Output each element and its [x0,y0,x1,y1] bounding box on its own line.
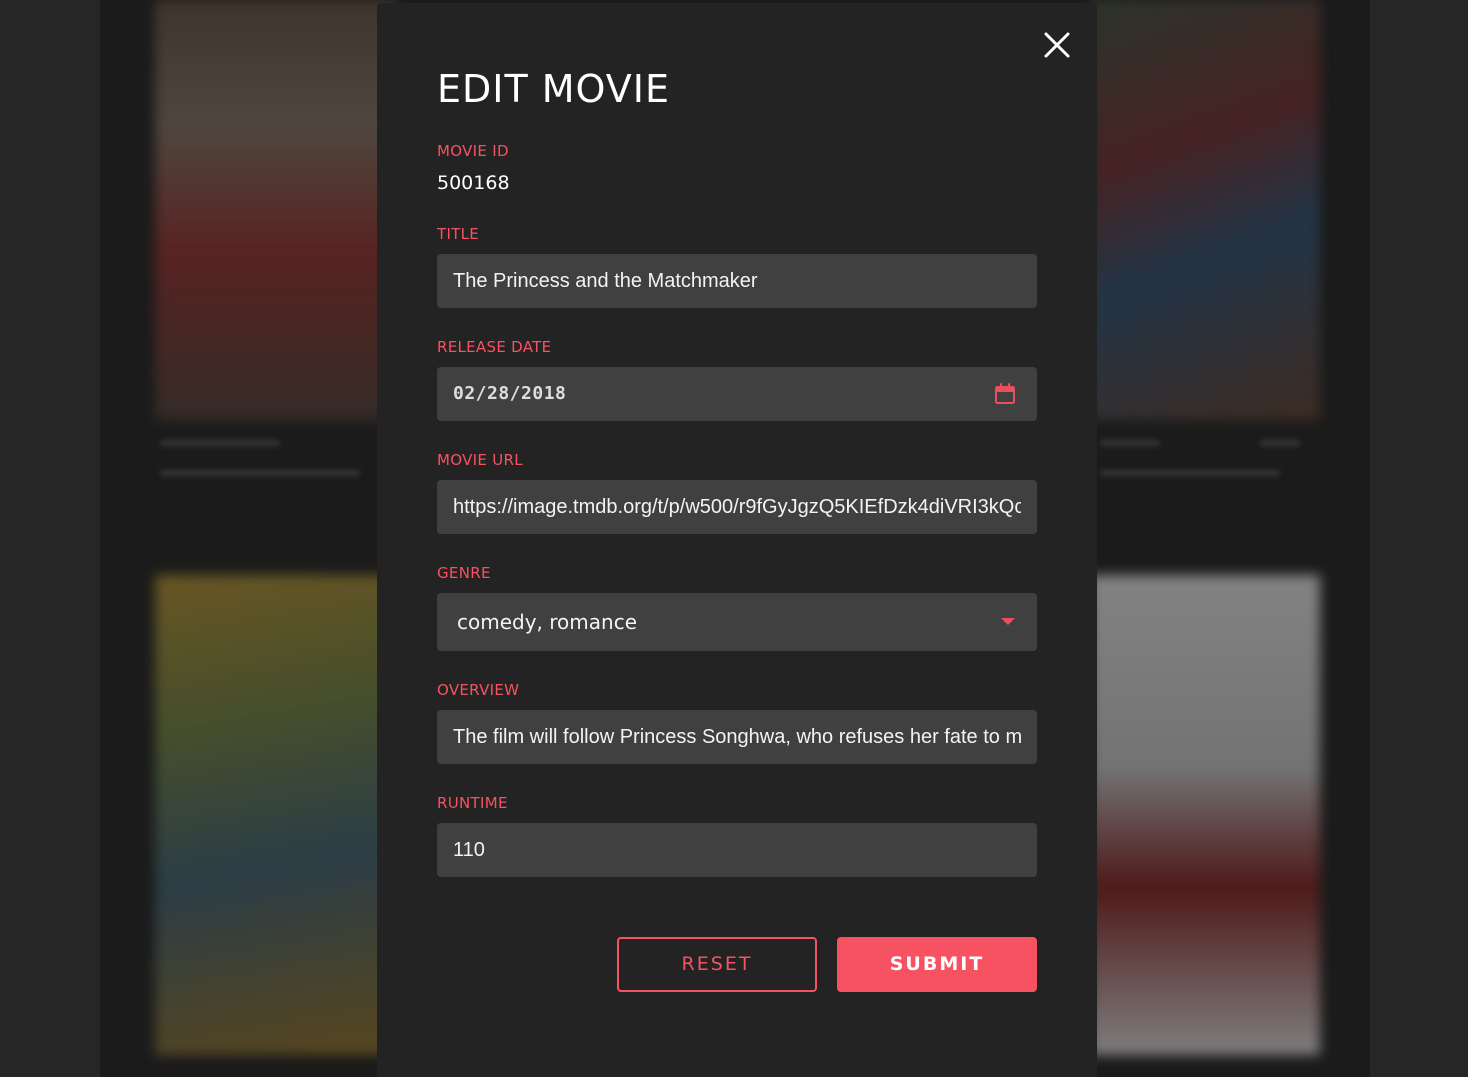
movie-poster [155,0,395,420]
modal-title: EDIT MOVIE [437,67,671,111]
movie-url-input[interactable]: https://image.tmdb.org/t/p/w500/r9fGyJgz… [437,480,1037,534]
genre-label: GENRE [437,564,491,582]
movie-poster [155,575,395,1055]
movie-card-caption [1260,440,1300,446]
movie-poster [1090,0,1320,420]
edit-movie-modal: EDIT MOVIE MOVIE ID 500168 TITLE The Pri… [377,3,1097,1077]
release-date-input[interactable]: 02/28/2018 [437,367,1037,421]
movie-card-caption [160,440,280,446]
overview-label: OVERVIEW [437,681,520,699]
movie-url-value: https://image.tmdb.org/t/p/w500/r9fGyJgz… [453,496,1021,518]
movie-url-label: MOVIE URL [437,451,523,469]
runtime-label: RUNTIME [437,794,508,812]
title-input[interactable]: The Princess and the Matchmaker [437,254,1037,308]
genre-select[interactable]: comedy, romance [437,593,1037,651]
movie-card-caption [160,470,360,476]
movie-card-caption [1100,440,1160,446]
genre-selected-value: comedy, romance [457,610,637,634]
overview-value: The film will follow Princess Songhwa, w… [453,726,1021,748]
submit-button[interactable]: SUBMIT [837,937,1037,992]
movie-id-value: 500168 [437,172,510,194]
title-label: TITLE [437,225,480,243]
movie-card-caption [1100,470,1280,476]
movie-id-label: MOVIE ID [437,142,509,160]
caret-down-icon [1001,618,1015,625]
calendar-icon[interactable] [993,382,1017,406]
overview-input[interactable]: The film will follow Princess Songhwa, w… [437,710,1037,764]
release-date-label: RELEASE DATE [437,338,552,356]
title-input-value: The Princess and the Matchmaker [453,270,758,292]
release-date-value: 02/28/2018 [453,383,567,404]
runtime-input[interactable]: 110 [437,823,1037,877]
runtime-value: 110 [453,839,485,861]
movie-poster [1090,575,1320,1055]
close-icon [1044,32,1070,58]
reset-button[interactable]: RESET [617,937,817,992]
close-button[interactable] [1041,29,1073,61]
